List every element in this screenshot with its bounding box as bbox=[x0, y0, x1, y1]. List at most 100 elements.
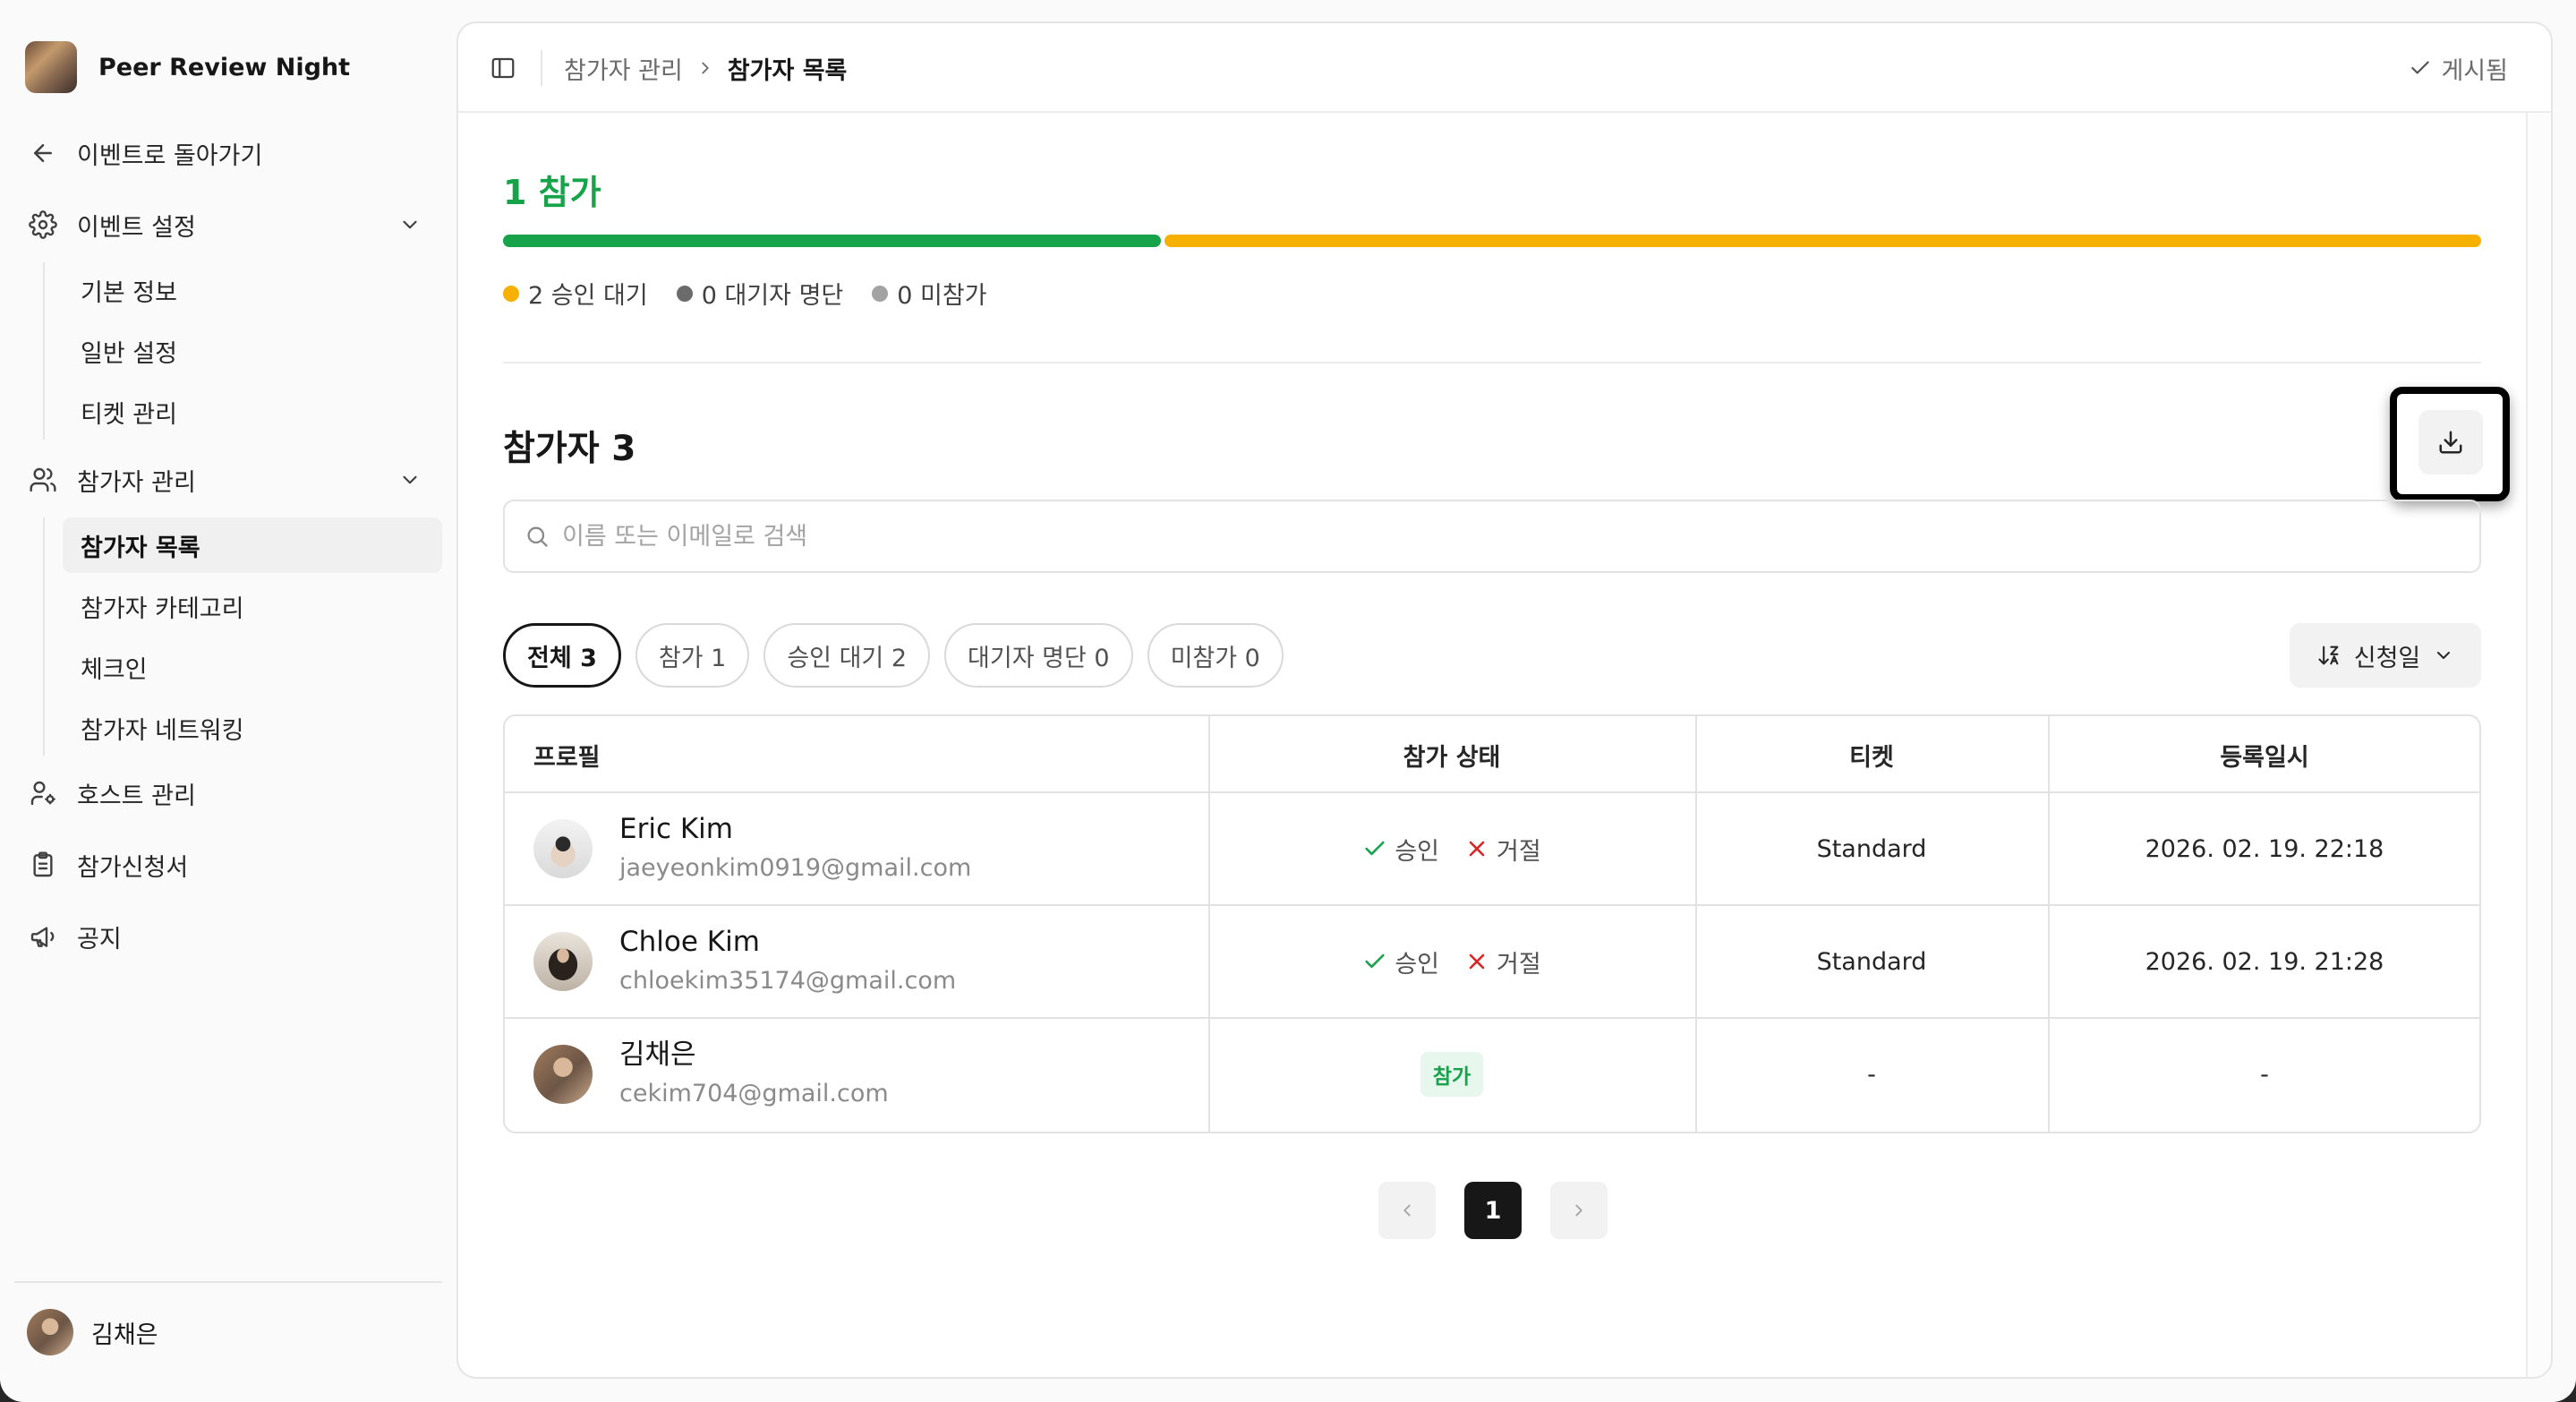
scrollbar[interactable] bbox=[2526, 113, 2551, 1377]
approve-label: 승인 bbox=[1395, 950, 1439, 979]
participants-table: 프로필 참가 상태 티켓 등록일시 Eric Kim jaeyeonkim091… bbox=[503, 714, 2481, 1133]
approve-label: 승인 bbox=[1395, 837, 1439, 866]
avatar bbox=[533, 1045, 593, 1104]
waitlist-dot-icon bbox=[676, 285, 693, 302]
sidebar-item-participant-list[interactable]: 참가자 목록 bbox=[63, 517, 442, 573]
sidebar-item-basic-info[interactable]: 기본 정보 bbox=[63, 262, 442, 318]
divider bbox=[503, 362, 2481, 363]
back-to-event-link[interactable]: 이벤트로 돌아가기 bbox=[25, 128, 262, 178]
sidebar-item-checkin[interactable]: 체크인 bbox=[63, 639, 442, 695]
event-logo bbox=[25, 41, 77, 93]
event-settings-subnav: 기본 정보 일반 설정 티켓 관리 bbox=[43, 262, 177, 440]
close-icon bbox=[1469, 841, 1485, 857]
filter-chip-waitlist[interactable]: 대기자 명단 0 bbox=[944, 623, 1133, 688]
pending-dot-icon bbox=[503, 285, 519, 302]
filter-chip-all[interactable]: 전체 3 bbox=[503, 623, 621, 688]
legend-pending-label: 2 승인 대기 bbox=[528, 282, 648, 310]
filter-chip-attending[interactable]: 참가 1 bbox=[635, 623, 750, 688]
legend-not-attending-label: 0 미참가 bbox=[897, 282, 987, 310]
ticket-cell: - bbox=[1867, 1060, 1876, 1089]
main-panel: 참가자 관리 참가자 목록 게시됨 1 참가 2 승인 대기 0 대기자 명단 … bbox=[456, 21, 2553, 1379]
nav-participant-management[interactable]: 참가자 관리 bbox=[25, 455, 417, 505]
reject-button[interactable]: 거절 bbox=[1464, 832, 1541, 867]
participant-management-subnav: 참가자 목록 참가자 카테고리 체크인 참가자 네트워킹 bbox=[43, 517, 442, 756]
next-page-button[interactable] bbox=[1550, 1182, 1608, 1239]
nav-host-management[interactable]: 호스트 관리 bbox=[25, 768, 196, 818]
chevron-down-icon[interactable] bbox=[392, 207, 428, 243]
table-row[interactable]: Chloe Kim chloekim35174@gmail.com 승인 거절 … bbox=[505, 906, 2479, 1019]
download-icon bbox=[2439, 431, 2462, 454]
ticket-cell: Standard bbox=[1816, 834, 1927, 863]
reject-label: 거절 bbox=[1497, 950, 1541, 979]
download-button[interactable] bbox=[2418, 410, 2483, 474]
registered-cell: 2026. 02. 19. 22:18 bbox=[2145, 834, 2384, 863]
legend-not-attending: 0 미참가 bbox=[872, 276, 987, 311]
prev-page-button[interactable] bbox=[1378, 1182, 1436, 1239]
nav-announcement[interactable]: 공지 bbox=[25, 911, 122, 962]
app-window: Peer Review Night 이벤트로 돌아가기 이벤트 설정 기본 정보… bbox=[0, 0, 2576, 1402]
breadcrumb-parent[interactable]: 참가자 관리 bbox=[564, 51, 683, 86]
sort-icon bbox=[2318, 645, 2339, 665]
close-icon bbox=[1469, 953, 1485, 970]
sidebar-toggle-button[interactable] bbox=[485, 50, 521, 86]
column-header-profile: 프로필 bbox=[533, 743, 601, 772]
nav-application-form-label: 참가신청서 bbox=[77, 853, 189, 882]
nav-event-settings[interactable]: 이벤트 설정 bbox=[25, 200, 417, 250]
publish-status-label: 게시됨 bbox=[2441, 56, 2508, 85]
nav-event-settings-label: 이벤트 설정 bbox=[77, 213, 196, 242]
search-box[interactable] bbox=[503, 500, 2481, 573]
sidebar-item-ticket-management[interactable]: 티켓 관리 bbox=[63, 384, 442, 440]
chevron-down-icon[interactable] bbox=[392, 462, 428, 498]
table-row[interactable]: Eric Kim jaeyeonkim0919@gmail.com 승인 거절 … bbox=[505, 793, 2479, 906]
attending-count: 1 참가 bbox=[503, 173, 601, 212]
legend-waitlist-label: 0 대기자 명단 bbox=[701, 282, 844, 310]
sort-label: 신청일 bbox=[2353, 644, 2421, 672]
status-cell: 참가 bbox=[1208, 1019, 1695, 1130]
sidebar-divider bbox=[14, 1281, 442, 1283]
legend-pending: 2 승인 대기 bbox=[503, 276, 648, 311]
sidebar-item-general-settings[interactable]: 일반 설정 bbox=[63, 323, 442, 379]
sidebar-item-networking[interactable]: 참가자 네트워킹 bbox=[63, 700, 442, 756]
profile-cell: Eric Kim jaeyeonkim0919@gmail.com bbox=[533, 793, 971, 904]
search-icon bbox=[525, 524, 550, 549]
sort-dropdown[interactable]: 신청일 bbox=[2290, 623, 2481, 688]
filter-chip-not-attending[interactable]: 미참가 0 bbox=[1147, 623, 1284, 688]
profile-cell: 김채은 cekim704@gmail.com bbox=[533, 1019, 889, 1130]
reject-label: 거절 bbox=[1497, 837, 1541, 866]
check-icon bbox=[1365, 841, 1385, 856]
avatar bbox=[533, 932, 593, 991]
attendance-legend: 2 승인 대기 0 대기자 명단 0 미참가 bbox=[503, 276, 1016, 311]
pagination: 1 bbox=[1378, 1182, 1636, 1239]
breadcrumb-current: 참가자 목록 bbox=[727, 56, 848, 85]
event-brand[interactable]: Peer Review Night bbox=[25, 41, 350, 93]
sidebar-item-participant-category[interactable]: 참가자 카테고리 bbox=[63, 578, 442, 634]
participant-name: Chloe Kim bbox=[619, 926, 760, 958]
clipboard-icon bbox=[25, 847, 61, 883]
sidebar: Peer Review Night 이벤트로 돌아가기 이벤트 설정 기본 정보… bbox=[0, 0, 455, 1402]
column-header-registered: 등록일시 bbox=[2220, 743, 2309, 772]
publish-status[interactable]: 게시됨 bbox=[2409, 50, 2508, 86]
participant-email: chloekim35174@gmail.com bbox=[619, 967, 957, 995]
status-cell: 승인 거절 bbox=[1208, 906, 1695, 1017]
approve-button[interactable]: 승인 bbox=[1362, 945, 1439, 979]
search-input[interactable] bbox=[562, 522, 2352, 551]
users-icon bbox=[25, 462, 61, 498]
user-profile[interactable]: 김채은 bbox=[27, 1309, 158, 1355]
legend-waitlist: 0 대기자 명단 bbox=[676, 276, 844, 311]
chevron-left-icon bbox=[1403, 1204, 1411, 1217]
back-to-event-label: 이벤트로 돌아가기 bbox=[77, 141, 263, 170]
progress-attending-segment bbox=[503, 235, 1161, 247]
status-badge: 참가 bbox=[1420, 1052, 1484, 1097]
page-button-current[interactable]: 1 bbox=[1464, 1182, 1522, 1239]
status-cell: 승인 거절 bbox=[1208, 793, 1695, 904]
profile-text: Eric Kim jaeyeonkim0919@gmail.com bbox=[619, 811, 971, 886]
filter-chip-pending[interactable]: 승인 대기 2 bbox=[763, 623, 931, 688]
user-name: 김채은 bbox=[91, 1321, 158, 1349]
profile-text: 김채은 cekim704@gmail.com bbox=[619, 1037, 889, 1112]
nav-application-form[interactable]: 참가신청서 bbox=[25, 840, 188, 890]
approve-button[interactable]: 승인 bbox=[1362, 832, 1439, 867]
reject-button[interactable]: 거절 bbox=[1464, 945, 1541, 979]
table-row[interactable]: 김채은 cekim704@gmail.com 참가 - - bbox=[505, 1019, 2479, 1132]
check-icon bbox=[2409, 56, 2432, 80]
divider bbox=[541, 50, 542, 86]
